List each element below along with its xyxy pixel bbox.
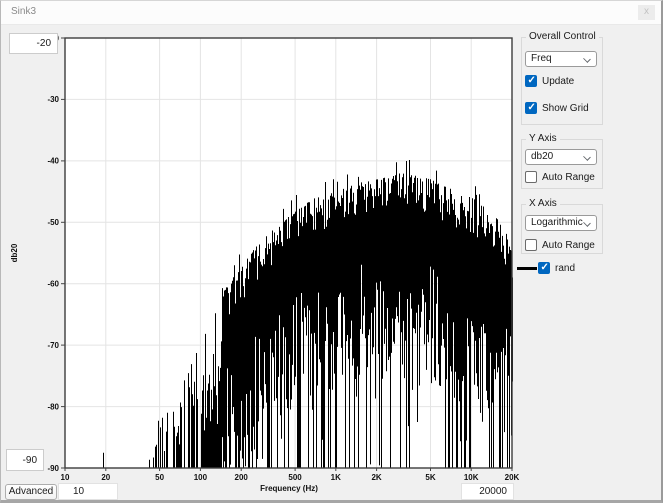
close-icon[interactable]: x — [638, 5, 655, 20]
show-grid-label: Show Grid — [542, 103, 589, 114]
x-axis-combo[interactable]: Logarithmic — [525, 215, 597, 231]
x-tick-label: 2K — [371, 473, 381, 482]
y-tick-label: -90 — [47, 464, 59, 473]
y-tick-label: -30 — [47, 95, 59, 104]
x-auto-range-checkbox[interactable] — [525, 239, 537, 251]
y-max-field[interactable] — [9, 33, 58, 54]
update-label: Update — [542, 76, 574, 87]
overall-control-group: Overall Control Freq Update Show Grid — [521, 37, 603, 125]
x-tick-label: 10 — [61, 473, 70, 482]
x-max-field[interactable] — [461, 483, 514, 500]
chevron-down-icon — [583, 219, 591, 227]
update-checkbox[interactable] — [525, 75, 537, 87]
x-tick-label: 10K — [464, 473, 479, 482]
x-tick-label: 200 — [235, 473, 249, 482]
sink-window: Sink3 x 1020501002005001K2K5K10K20K-20-3… — [0, 0, 663, 503]
x-tick-label: 500 — [288, 473, 302, 482]
x-axis-group: X Axis Logarithmic Auto Range — [521, 204, 603, 254]
x-axis-combo-value: Logarithmic — [531, 217, 583, 228]
y-axis-combo-value: db20 — [531, 151, 553, 162]
x-tick-label: 20K — [505, 473, 520, 482]
chevron-down-icon — [583, 55, 591, 63]
y-axis-combo[interactable]: db20 — [525, 149, 597, 165]
y-tick-label: -40 — [47, 157, 59, 166]
show-grid-checkbox[interactable] — [525, 102, 537, 114]
x-tick-label: 50 — [155, 473, 164, 482]
window-title: Sink3 — [11, 6, 36, 17]
x-axis-label: X Axis — [526, 198, 560, 209]
x-tick-label: 1K — [331, 473, 341, 482]
y-tick-label: -80 — [47, 402, 59, 411]
overall-control-label: Overall Control — [526, 31, 599, 42]
x-tick-label: 100 — [194, 473, 208, 482]
y-axis-label: Y Axis — [526, 133, 560, 144]
y-axis-title: db20 — [10, 243, 19, 262]
y-axis-group: Y Axis db20 Auto Range — [521, 139, 603, 189]
y-tick-label: -70 — [47, 341, 59, 350]
y-tick-label: -60 — [47, 280, 59, 289]
y-tick-label: -50 — [47, 218, 59, 227]
titlebar[interactable]: Sink3 x — [1, 1, 661, 25]
y-min-field[interactable] — [6, 449, 44, 471]
overall-control-combo[interactable]: Freq — [525, 51, 597, 67]
x-auto-range-label: Auto Range — [542, 240, 595, 251]
legend: rand — [515, 261, 635, 277]
advanced-button[interactable]: Advanced — [5, 484, 57, 500]
x-axis-title: Frequency (Hz) — [260, 484, 318, 493]
y-auto-range-checkbox[interactable] — [525, 171, 537, 183]
x-min-field[interactable] — [58, 483, 118, 500]
chevron-down-icon — [583, 153, 591, 161]
x-tick-label: 5K — [425, 473, 435, 482]
rand-legend-checkbox[interactable] — [538, 262, 550, 274]
overall-control-combo-value: Freq — [531, 53, 552, 64]
x-tick-label: 20 — [101, 473, 110, 482]
window-content: 1020501002005001K2K5K10K20K-20-30-40-50-… — [1, 25, 661, 500]
y-auto-range-label: Auto Range — [542, 172, 595, 183]
rand-legend-label: rand — [555, 263, 575, 274]
rand-series-line-swatch — [517, 267, 537, 270]
